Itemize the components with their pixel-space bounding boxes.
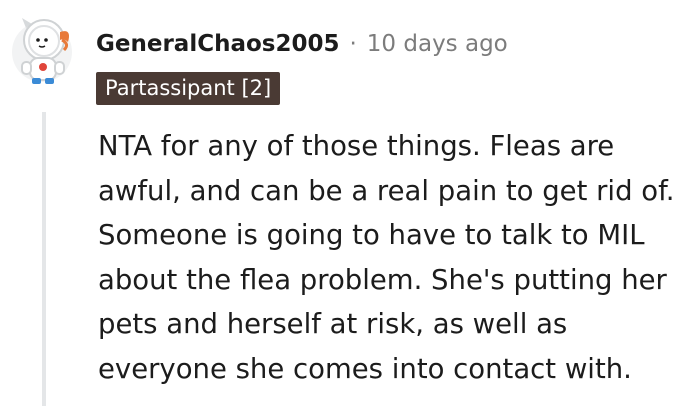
comment-body-line: Someone is going to have to talk to MIL [98,219,645,251]
user-avatar-icon[interactable] [8,10,80,90]
comment-header: GeneralChaos2005 · 10 days ago [96,26,508,62]
comment: GeneralChaos2005 · 10 days ago Partassip… [0,0,700,406]
comment-body-line: awful, and can be a real pain to get rid… [98,174,675,207]
comment-body-line: NTA for any of those things. Fleas are [98,130,615,162]
meta-separator: · [349,31,357,57]
comment-body-line: about the flea problem. She's putting he… [98,263,667,296]
comment-timestamp[interactable]: 10 days ago [367,31,508,57]
thread-line[interactable] [42,112,46,406]
comment-body-line: everyone she comes into contact with. [98,352,632,385]
comment-body-line: pets and herself at risk, as well as [98,308,568,340]
user-flair-badge: Partassipant [2] [96,72,281,105]
astronaut-avatar-icon [12,18,72,84]
username-link[interactable]: GeneralChaos2005 [96,31,339,57]
comment-body: NTA for any of those things. Fleas are a… [98,124,698,391]
